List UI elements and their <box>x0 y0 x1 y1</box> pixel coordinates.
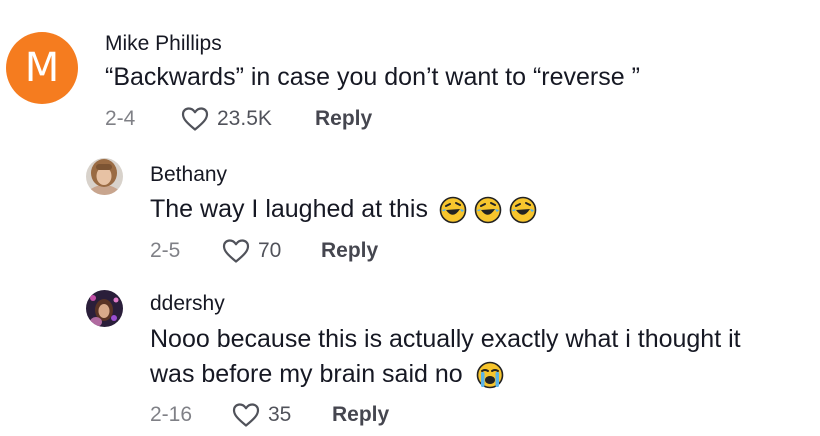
like-count: 23.5K <box>217 107 272 130</box>
comment-text: The way I laughed at this <box>150 191 537 227</box>
rolling-on-floor-laughing-icon <box>474 197 502 224</box>
heart-icon <box>181 107 209 131</box>
reply-button[interactable]: Reply <box>321 239 378 263</box>
comment-date: 2-4 <box>105 107 136 130</box>
comment-meta: 2-4 23.5K Reply <box>105 106 372 132</box>
like-count: 70 <box>258 239 282 262</box>
username[interactable]: Bethany <box>150 163 227 187</box>
reply-button[interactable]: Reply <box>315 107 372 131</box>
rolling-on-floor-laughing-icon <box>509 197 537 224</box>
username[interactable]: ddershy <box>150 292 225 316</box>
avatar-letter: M <box>24 45 60 91</box>
reply-button[interactable]: Reply <box>332 403 389 427</box>
avatar-photo <box>86 290 123 327</box>
comment-ddershy: ddershy Nooo because this is actually ex… <box>0 275 820 436</box>
username[interactable]: Mike Phillips <box>105 32 222 56</box>
comment-text-content: was before my brain said no <box>150 360 463 388</box>
rolling-on-floor-laughing-icon <box>439 197 467 224</box>
comment-date: 2-5 <box>150 239 181 262</box>
like-button[interactable]: 23.5K <box>181 106 315 132</box>
emoji-group <box>439 195 537 224</box>
comment-meta: 2-16 35 Reply <box>150 402 389 428</box>
comment-text-line-1: Nooo because this is actually exactly wh… <box>150 325 741 353</box>
comment-meta: 2-5 70 Reply <box>150 238 378 264</box>
avatar[interactable] <box>86 290 123 327</box>
loudly-crying-face-icon <box>476 362 503 389</box>
avatar-photo <box>86 158 123 195</box>
comment-bethany: Bethany The way I laughed at this 2-5 70… <box>0 140 820 275</box>
heart-icon <box>232 403 260 427</box>
like-button[interactable]: 70 <box>222 238 321 264</box>
like-button[interactable]: 35 <box>232 402 332 428</box>
like-count: 35 <box>268 403 292 426</box>
comment-mike-phillips: M Mike Phillips “Backwards” in case you … <box>0 0 820 140</box>
comment-text-content: The way I laughed at this <box>150 195 428 223</box>
comment-date: 2-16 <box>150 403 193 426</box>
avatar[interactable]: M <box>6 32 78 104</box>
comment-text: “Backwards” in case you don’t want to “r… <box>105 63 640 91</box>
avatar[interactable] <box>86 158 123 195</box>
heart-icon <box>222 239 250 263</box>
comment-text-line-2: was before my brain said no <box>150 356 504 392</box>
